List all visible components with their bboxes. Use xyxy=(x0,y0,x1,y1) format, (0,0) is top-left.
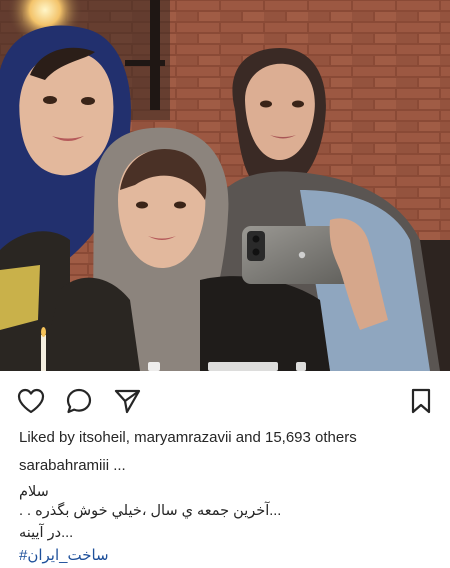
speech-bubble-icon xyxy=(66,388,92,414)
liker-link[interactable]: itsoheil xyxy=(79,429,126,446)
selfie-photo-illustration xyxy=(0,0,450,371)
likes-separator: , xyxy=(125,429,135,446)
bookmark-icon xyxy=(411,388,431,414)
share-button[interactable] xyxy=(110,384,144,418)
carousel-mark xyxy=(208,362,278,371)
heart-outline-icon xyxy=(17,388,45,414)
save-button[interactable] xyxy=(404,384,438,418)
caption-line: . . آخرین جمعه ي سال ،خيلي خوش بگذره... xyxy=(19,503,282,519)
comment-button[interactable] xyxy=(62,384,96,418)
carousel-indicator xyxy=(0,362,450,371)
likes-count[interactable]: and 15,693 others xyxy=(232,429,357,446)
caption-line: در آيينه... xyxy=(19,525,74,541)
likes-summary: Liked by itsoheil, maryamrazavii and 15,… xyxy=(19,429,357,446)
caption-username[interactable]: sarabahramiii ... xyxy=(19,457,126,474)
likes-prefix: Liked by xyxy=(19,429,80,446)
caption-line: سلام xyxy=(19,484,49,500)
like-button[interactable] xyxy=(14,384,48,418)
liker-link[interactable]: maryamrazavii xyxy=(134,429,232,446)
post-photo[interactable] xyxy=(0,0,450,371)
hashtag-link[interactable]: #ساخت_ایران xyxy=(19,546,109,564)
carousel-mark xyxy=(296,362,306,371)
carousel-mark xyxy=(148,362,160,371)
action-bar xyxy=(0,378,450,424)
paper-plane-icon xyxy=(114,389,141,414)
instagram-post: Liked by itsoheil, maryamrazavii and 15,… xyxy=(0,0,450,568)
